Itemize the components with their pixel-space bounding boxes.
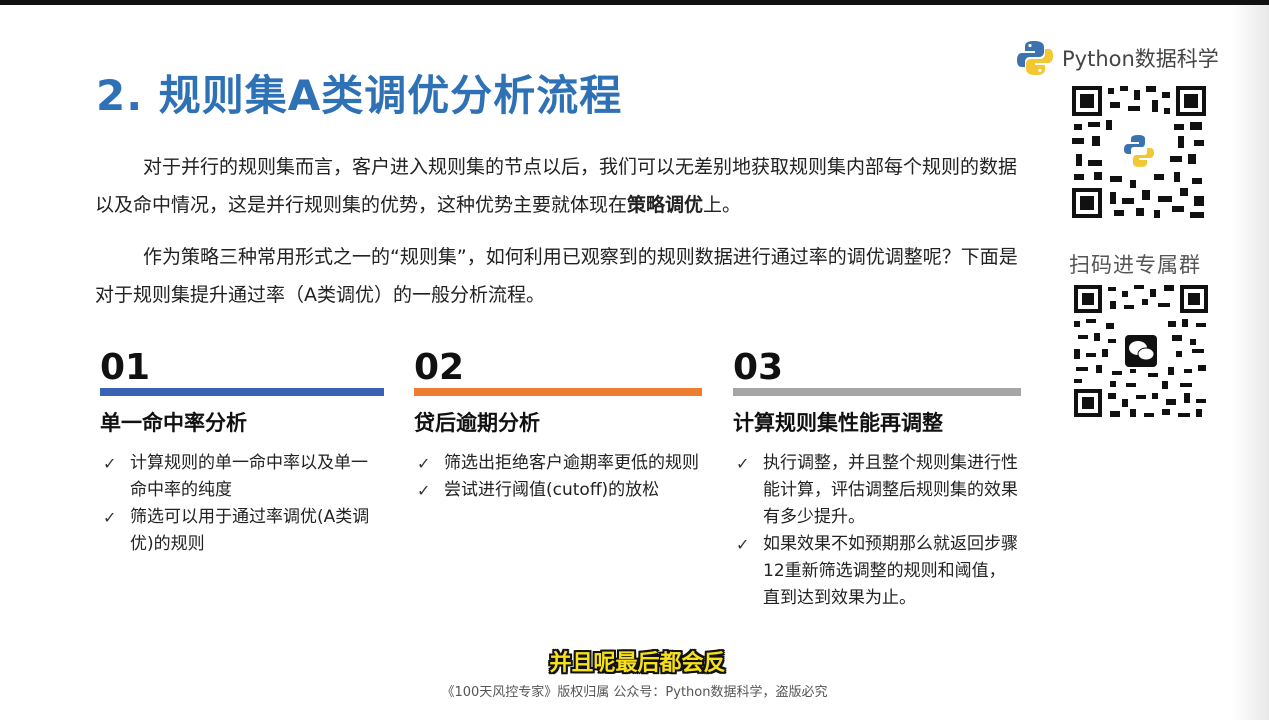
step-color-bar xyxy=(733,388,1021,396)
check-icon: ✓ xyxy=(417,481,431,500)
list-item-text: 如果效果不如预期那么就返回步骤12重新筛选调整的规则和阈值，直到达到效果为止。 xyxy=(763,534,1018,608)
list-item: ✓ 执行调整，并且整个规则集进行性能计算，评估调整后规则集的效果有多少提升。 xyxy=(733,450,1021,531)
list-item: ✓ 尝试进行阈值(cutoff)的放松 xyxy=(414,477,702,504)
step-checklist: ✓ 筛选出拒绝客户逾期率更低的规则 ✓ 尝试进行阈值(cutoff)的放松 xyxy=(414,450,702,504)
check-icon: ✓ xyxy=(736,454,750,473)
list-item-text: 尝试进行阈值(cutoff)的放松 xyxy=(444,480,660,500)
list-item-text: 筛选可以用于通过率调优(A类调优)的规则 xyxy=(130,507,370,554)
python-logo-icon xyxy=(1017,41,1053,75)
brand: Python数据科学 xyxy=(1016,38,1219,78)
right-edge-shade xyxy=(1232,5,1269,720)
list-item: ✓ 筛选出拒绝客户逾期率更低的规则 xyxy=(414,450,702,477)
video-subtitle: 并且呢最后都会反 xyxy=(549,651,726,676)
check-icon: ✓ xyxy=(417,454,431,473)
step-color-bar xyxy=(414,388,702,396)
check-icon: ✓ xyxy=(736,535,750,554)
step-heading: 单一命中率分析 xyxy=(100,411,247,435)
intro-paragraph-1-bold: 策略调优 xyxy=(627,194,704,216)
step-heading: 计算规则集性能再调整 xyxy=(733,411,943,435)
slide-title: 2. 规则集A类调优分析流程 xyxy=(96,71,623,120)
qr-code-python-icon xyxy=(1070,84,1208,220)
step-heading: 贷后逾期分析 xyxy=(414,411,540,435)
step-color-bar xyxy=(100,388,384,396)
intro-paragraph-1: 对于并行的规则集而言，客户进入规则集的节点以后，我们可以无差别地获取规则集内部每… xyxy=(95,148,1020,224)
list-item-text: 筛选出拒绝客户逾期率更低的规则 xyxy=(444,453,699,473)
step-column-1: 01 单一命中率分析 ✓ 计算规则的单一命中率以及单一命中率的纯度 ✓ 筛选可以用于… xyxy=(100,348,384,558)
top-border xyxy=(0,0,1269,5)
step-number: 01 xyxy=(100,347,151,388)
step-checklist: ✓ 计算规则的单一命中率以及单一命中率的纯度 ✓ 筛选可以用于通过率调优(A类调优)… xyxy=(100,450,384,558)
list-item: ✓ 计算规则的单一命中率以及单一命中率的纯度 xyxy=(100,450,384,504)
list-item: ✓ 如果效果不如预期那么就返回步骤12重新筛选调整的规则和阈值，直到达到效果为止。 xyxy=(733,531,1021,612)
qr-code-wechat-icon xyxy=(1072,283,1210,419)
copyright-notice: 《100天风控专家》版权归属 公众号：Python数据科学，盗版必究 xyxy=(441,685,828,700)
check-icon: ✓ xyxy=(103,454,117,473)
list-item-text: 执行调整，并且整个规则集进行性能计算，评估调整后规则集的效果有多少提升。 xyxy=(763,453,1018,527)
step-number: 02 xyxy=(414,347,465,388)
brand-label: Python数据科学 xyxy=(1062,47,1219,71)
list-item-text: 计算规则的单一命中率以及单一命中率的纯度 xyxy=(130,453,368,500)
intro-paragraph-1-text: 对于并行的规则集而言，客户进入规则集的节点以后，我们可以无差别地获取规则集内部每… xyxy=(95,156,1018,216)
intro-paragraph-2: 作为策略三种常用形式之一的“规则集”，如何利用已观察到的规则数据进行通过率的调优… xyxy=(95,246,1018,306)
list-item: ✓ 筛选可以用于通过率调优(A类调优)的规则 xyxy=(100,504,384,558)
step-column-3: 03 计算规则集性能再调整 ✓ 执行调整，并且整个规则集进行性能计算，评估调整后规… xyxy=(733,348,1021,612)
step-column-2: 02 贷后逾期分析 ✓ 筛选出拒绝客户逾期率更低的规则 ✓ 尝试进行阈值(cutof… xyxy=(414,348,702,504)
check-icon: ✓ xyxy=(103,508,117,527)
step-checklist: ✓ 执行调整，并且整个规则集进行性能计算，评估调整后规则集的效果有多少提升。 ✓ 如… xyxy=(733,450,1021,612)
step-number: 03 xyxy=(733,347,784,388)
intro-paragraph-1-end: 上。 xyxy=(703,194,742,216)
qr-label: 扫码进专属群 xyxy=(1069,253,1201,277)
